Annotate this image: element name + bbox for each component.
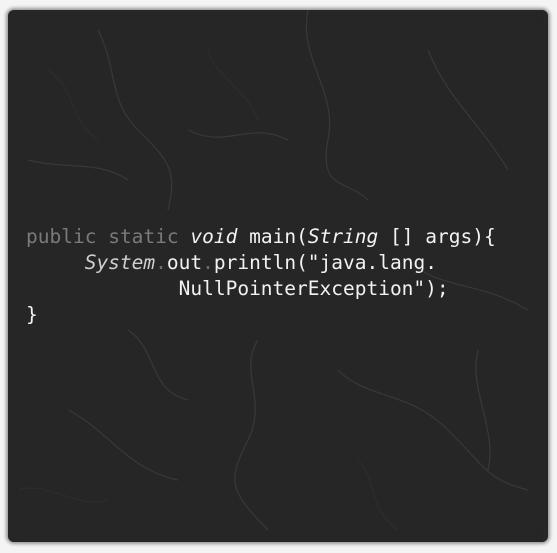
method-name: main( — [249, 225, 308, 248]
image-frame: public static void main(String [] args){… — [0, 0, 557, 553]
call-text: println("java.lang. — [213, 251, 437, 274]
code-line-3: NullPointerException"); — [26, 277, 449, 300]
keyword-static: static — [108, 225, 179, 248]
keyword-void: void — [190, 225, 238, 248]
field-name: out — [166, 251, 203, 274]
code-snippet: public static void main(String [] args){… — [26, 224, 496, 328]
param-type: String — [307, 225, 379, 248]
code-line-2: System.out.println("java.lang. — [26, 251, 437, 274]
exception-text: NullPointerException"); — [178, 277, 449, 300]
code-line-1: public static void main(String [] args){ — [26, 225, 496, 248]
keyword-public: public — [26, 225, 97, 248]
dot-separator: . — [155, 251, 167, 274]
chalkboard-background: public static void main(String [] args){… — [8, 10, 548, 542]
code-line-4: } — [26, 303, 38, 326]
params-text: [] args){ — [378, 225, 496, 248]
dot-separator: . — [202, 251, 214, 274]
class-name: System — [84, 251, 156, 274]
closing-brace: } — [26, 303, 38, 326]
